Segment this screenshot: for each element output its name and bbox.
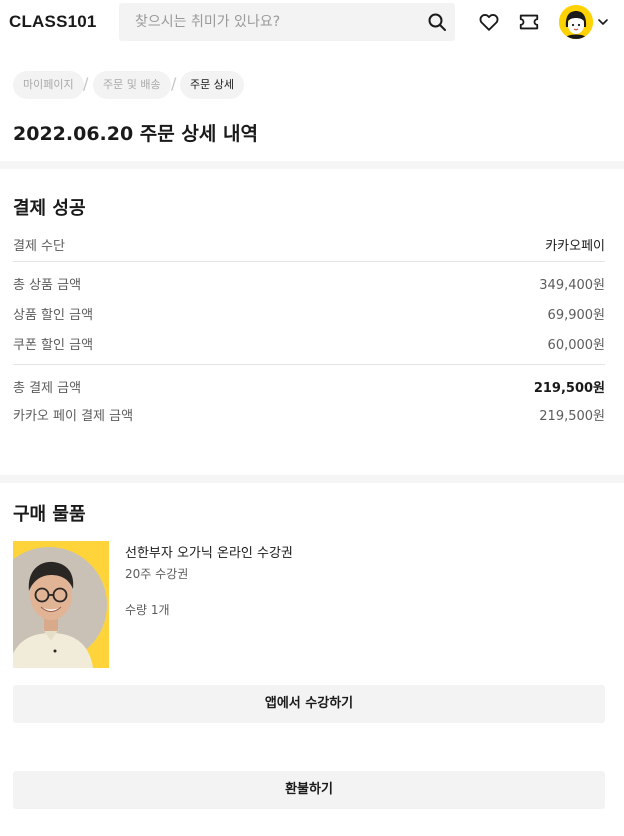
payment-method-value: 카카오페이 xyxy=(545,239,605,254)
total-product-value: 349,400원 xyxy=(539,278,605,293)
payment-method-row: 결제 수단 카카오페이 xyxy=(13,235,605,255)
watch-in-app-button[interactable]: 앱에서 수강하기 xyxy=(13,685,605,723)
breadcrumb-mypage[interactable]: 마이페이지 xyxy=(13,71,84,99)
ticket-icon[interactable] xyxy=(518,11,540,33)
total-product-label: 총 상품 금액 xyxy=(13,278,82,293)
product-discount-row: 상품 할인 금액 69,900원 xyxy=(13,304,605,324)
row-divider xyxy=(13,364,605,365)
product-name[interactable]: 선한부자 오가닉 온라인 수강권 xyxy=(125,542,293,561)
product-discount-value: 69,900원 xyxy=(547,308,605,323)
payment-method-label: 결제 수단 xyxy=(13,239,65,254)
purchase-title: 구매 물품 xyxy=(13,504,86,525)
search-input[interactable] xyxy=(119,3,419,41)
search-bar[interactable] xyxy=(119,3,455,41)
payment-status-title: 결제 성공 xyxy=(13,198,86,219)
chevron-down-icon[interactable] xyxy=(597,16,609,28)
coupon-discount-row: 쿠폰 할인 금액 60,000원 xyxy=(13,334,605,354)
breadcrumb-orders[interactable]: 주문 및 배송 xyxy=(93,71,171,99)
section-divider xyxy=(0,161,624,169)
breadcrumb-separator: / xyxy=(83,74,89,93)
product-discount-label: 상품 할인 금액 xyxy=(13,308,94,323)
coupon-discount-value: 60,000원 xyxy=(547,338,605,353)
total-payment-row: 총 결제 금액 219,500원 xyxy=(13,377,605,397)
avatar-face-icon xyxy=(559,5,593,39)
avatar[interactable] xyxy=(559,5,593,39)
total-payment-label: 총 결제 금액 xyxy=(13,381,82,396)
refund-button[interactable]: 환불하기 xyxy=(13,771,605,809)
kakao-payment-value: 219,500원 xyxy=(539,409,605,424)
section-divider xyxy=(0,475,624,483)
kakao-payment-label: 카카오 페이 결제 금액 xyxy=(13,409,134,424)
total-payment-value: 219,500원 xyxy=(533,381,605,396)
product-thumbnail[interactable] xyxy=(13,541,109,668)
search-icon[interactable] xyxy=(427,12,447,32)
breadcrumb-separator: / xyxy=(171,74,177,93)
total-product-row: 총 상품 금액 349,400원 xyxy=(13,274,605,294)
instructor-photo-icon xyxy=(13,541,109,668)
kakao-payment-row: 카카오 페이 결제 금액 219,500원 xyxy=(13,405,605,425)
product-quantity: 수량 1개 xyxy=(125,603,170,617)
breadcrumb-order-detail: 주문 상세 xyxy=(180,71,244,99)
class101-logo[interactable]: CLASS101 xyxy=(9,12,97,32)
product-subtitle: 20주 수강권 xyxy=(125,567,189,581)
top-header: CLASS101 xyxy=(0,0,624,44)
page-title: 2022.06.20 주문 상세 내역 xyxy=(13,123,258,145)
row-divider xyxy=(13,261,605,262)
coupon-discount-label: 쿠폰 할인 금액 xyxy=(13,338,94,353)
heart-icon[interactable] xyxy=(478,11,500,33)
